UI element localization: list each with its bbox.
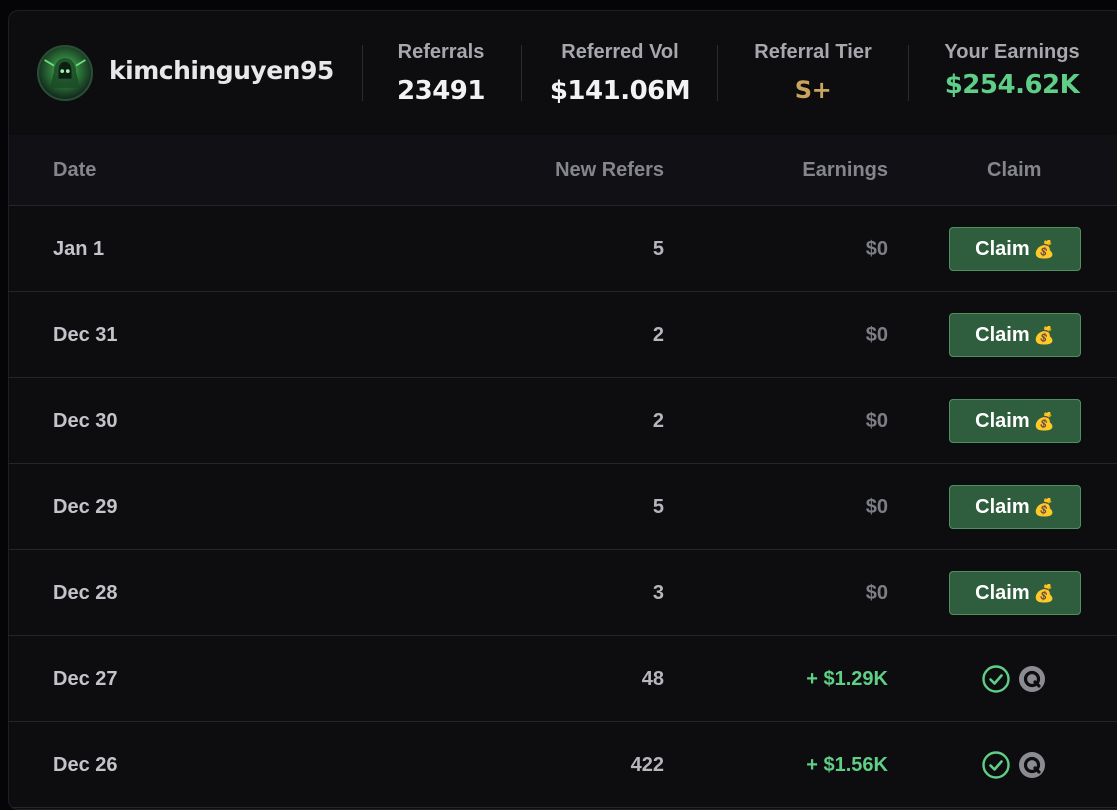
user-avatar xyxy=(37,45,93,101)
row-new-refers: 422 xyxy=(630,754,664,776)
row-date: Dec 29 xyxy=(53,496,118,518)
row-new-refers: 3 xyxy=(652,582,664,604)
money-bag-icon: 💰 xyxy=(1033,584,1055,603)
row-date: Dec 26 xyxy=(53,754,118,776)
table-row: Dec 28 3 $0 Claim 💰 xyxy=(9,550,1117,636)
row-earnings: $0 xyxy=(865,582,888,604)
table-row: Jan 1 5 $0 Claim 💰 xyxy=(9,206,1117,292)
row-earnings: $0 xyxy=(865,238,888,260)
table-row: Dec 26 422 + $1.56K xyxy=(9,722,1117,808)
row-earnings: $0 xyxy=(865,496,888,518)
stat-your-earnings: Your Earnings $254.62K xyxy=(937,41,1087,100)
claim-button-label: Claim xyxy=(975,582,1030,604)
stat-label: Referral Tier xyxy=(754,41,872,63)
row-date: Dec 28 xyxy=(53,582,118,604)
row-date: Dec 30 xyxy=(53,410,118,432)
column-header-claim: Claim xyxy=(987,159,1042,181)
money-bag-icon: 💰 xyxy=(1033,240,1055,259)
stat-label: Referrals xyxy=(397,41,485,63)
table-row: Dec 31 2 $0 Claim 💰 xyxy=(9,292,1117,378)
claim-button[interactable]: Claim 💰 xyxy=(949,227,1081,271)
check-circle-icon xyxy=(982,751,1010,779)
row-date: Dec 31 xyxy=(53,324,118,346)
divider xyxy=(521,45,522,101)
stat-referred-vol: Referred Vol $141.06M xyxy=(545,41,695,106)
claim-button[interactable]: Claim 💰 xyxy=(949,313,1081,357)
column-header-date[interactable]: Date xyxy=(53,135,96,205)
username: kimchinguyen95 xyxy=(109,56,334,85)
table-header: Date New Refers Earnings Claim xyxy=(9,135,1117,206)
stat-value: $254.62K xyxy=(944,70,1080,100)
divider xyxy=(908,45,909,101)
claimed-status xyxy=(981,664,1053,694)
row-new-refers: 5 xyxy=(652,238,664,260)
green-hooded-figure-avatar-icon xyxy=(44,58,86,88)
row-new-refers: 5 xyxy=(652,496,664,518)
money-bag-icon: 💰 xyxy=(1033,412,1055,431)
check-circle-icon xyxy=(982,665,1010,693)
row-earnings: $0 xyxy=(865,324,888,346)
column-header-new-refers[interactable]: New Refers xyxy=(555,135,664,205)
claimed-status xyxy=(981,750,1053,780)
row-date: Jan 1 xyxy=(53,238,105,260)
row-earnings: + $1.56K xyxy=(806,754,888,776)
claim-button[interactable]: Claim 💰 xyxy=(949,485,1081,529)
column-header-earnings[interactable]: Earnings xyxy=(802,135,888,205)
table-row: Dec 27 48 + $1.29K xyxy=(9,636,1117,722)
row-date: Dec 27 xyxy=(53,668,118,690)
claim-button-label: Claim xyxy=(975,410,1030,432)
claim-button[interactable]: Claim 💰 xyxy=(949,399,1081,443)
claim-button-label: Claim xyxy=(975,238,1030,260)
referral-panel: kimchinguyen95 Referrals 23491 Referred … xyxy=(8,10,1117,810)
divider xyxy=(717,45,718,101)
tier-badge: S+ xyxy=(794,76,832,104)
claim-button-label: Claim xyxy=(975,496,1030,518)
row-new-refers: 2 xyxy=(652,410,664,432)
money-bag-icon: 💰 xyxy=(1033,498,1055,517)
divider xyxy=(362,45,363,101)
row-new-refers: 48 xyxy=(641,668,664,690)
stat-referrals: Referrals 23491 xyxy=(387,41,495,106)
token-logo-icon[interactable] xyxy=(1017,750,1047,780)
stat-referral-tier: Referral Tier S+ xyxy=(743,41,883,104)
claim-button-label: Claim xyxy=(975,324,1030,346)
claim-button[interactable]: Claim 💰 xyxy=(949,571,1081,615)
table-row: Dec 30 2 $0 Claim 💰 xyxy=(9,378,1117,464)
stat-label: Your Earnings xyxy=(944,41,1080,63)
row-new-refers: 2 xyxy=(652,324,664,346)
stat-value: $141.06M xyxy=(549,76,691,106)
referral-summary-header: kimchinguyen95 Referrals 23491 Referred … xyxy=(9,11,1117,136)
stat-label: Referred Vol xyxy=(561,41,679,63)
row-earnings: $0 xyxy=(865,410,888,432)
table-row: Dec 29 5 $0 Claim 💰 xyxy=(9,464,1117,550)
token-logo-icon[interactable] xyxy=(1017,664,1047,694)
money-bag-icon: 💰 xyxy=(1033,326,1055,345)
stat-value: 23491 xyxy=(397,76,485,106)
row-earnings: + $1.29K xyxy=(806,668,888,690)
